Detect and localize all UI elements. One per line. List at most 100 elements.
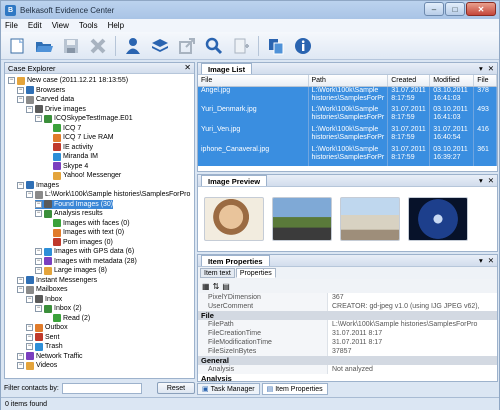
tree-node[interactable]: Porn images (0) bbox=[44, 238, 113, 247]
categorized-icon[interactable]: ▦ bbox=[202, 282, 210, 291]
tab-image-preview[interactable]: Image Preview bbox=[201, 175, 268, 186]
expand-toggle-icon[interactable]: − bbox=[17, 86, 24, 94]
expand-toggle-icon[interactable]: − bbox=[35, 267, 42, 274]
tree-node[interactable]: − Images with metadata (28) bbox=[35, 257, 137, 266]
tree-node[interactable]: − Trash bbox=[26, 342, 63, 351]
expand-toggle-icon[interactable]: − bbox=[35, 115, 42, 122]
tree-node[interactable]: − Inbox (2) bbox=[35, 304, 82, 313]
maximize-button[interactable]: □ bbox=[445, 2, 465, 16]
tree-node[interactable]: − Inbox bbox=[26, 295, 62, 304]
tree-node[interactable]: Images with faces (0) bbox=[44, 219, 130, 228]
tree-node[interactable]: − ICQSkypeTestImage.E01 bbox=[35, 114, 133, 123]
expand-toggle-icon[interactable]: − bbox=[8, 77, 15, 84]
tree-node[interactable]: Read (2) bbox=[44, 314, 90, 323]
tree-node[interactable]: − Network Traffic bbox=[17, 352, 83, 361]
expand-toggle-icon[interactable]: − bbox=[26, 333, 33, 341]
expand-toggle-icon[interactable]: − bbox=[17, 286, 24, 293]
close-icon[interactable]: ✕ bbox=[488, 64, 494, 73]
tree-node[interactable]: Images with text (0) bbox=[44, 228, 124, 237]
property-category[interactable]: General bbox=[198, 356, 497, 365]
expand-toggle-icon[interactable]: − bbox=[35, 200, 42, 208]
tree-node[interactable]: − Analysis results bbox=[35, 209, 103, 218]
tree-node[interactable]: − Browsers bbox=[17, 86, 65, 95]
dropdown-arrow-icon[interactable]: ▾ bbox=[479, 256, 483, 265]
expand-toggle-icon[interactable]: − bbox=[35, 248, 42, 255]
expand-toggle-icon[interactable]: − bbox=[26, 324, 33, 331]
delete-icon[interactable] bbox=[87, 35, 109, 57]
column-header-file[interactable]: File bbox=[198, 75, 309, 87]
tree-node[interactable]: − Mailboxes bbox=[17, 285, 68, 294]
tree-node[interactable]: Yahoo! Messenger bbox=[44, 171, 121, 180]
add-icon[interactable] bbox=[230, 35, 252, 57]
tree-node[interactable]: − Found Images (30) bbox=[35, 199, 114, 209]
export-icon[interactable] bbox=[176, 35, 198, 57]
thumbnail-angel[interactable] bbox=[204, 197, 264, 241]
column-header-modified[interactable]: Modified bbox=[429, 75, 475, 87]
dropdown-arrow-icon[interactable]: ▾ bbox=[479, 64, 483, 73]
expand-toggle-icon[interactable]: − bbox=[17, 181, 24, 189]
tab-image-list[interactable]: Image List bbox=[201, 63, 253, 74]
menu-file[interactable]: File bbox=[5, 21, 18, 30]
property-row[interactable]: FileSizeInBytes 37857 bbox=[198, 347, 497, 356]
expand-toggle-icon[interactable]: − bbox=[17, 352, 24, 360]
thumbnail-yuri-ven[interactable] bbox=[340, 197, 400, 241]
close-icon[interactable]: ✕ bbox=[184, 63, 191, 72]
thumbnail-iphone-canaveral[interactable] bbox=[408, 197, 468, 241]
sort-az-icon[interactable]: ⇅ bbox=[213, 282, 220, 291]
property-row[interactable]: UserComment CREATOR: gd-jpeg v1.0 (using … bbox=[198, 302, 497, 311]
tree-node[interactable]: − Instant Messengers bbox=[17, 276, 97, 285]
tree-node[interactable]: − Large images (8) bbox=[35, 266, 107, 275]
menu-edit[interactable]: Edit bbox=[28, 21, 42, 30]
close-button[interactable]: ✕ bbox=[466, 2, 496, 16]
tree-node[interactable]: − Images bbox=[17, 181, 59, 190]
expand-toggle-icon[interactable]: − bbox=[17, 96, 24, 103]
expand-toggle-icon[interactable]: − bbox=[35, 257, 42, 265]
menu-tools[interactable]: Tools bbox=[79, 21, 98, 30]
expand-toggle-icon[interactable]: − bbox=[17, 276, 24, 284]
expand-toggle-icon[interactable]: − bbox=[35, 210, 42, 217]
property-row[interactable]: PixelYDimension 367 bbox=[198, 293, 497, 302]
search-icon[interactable] bbox=[203, 35, 225, 57]
column-header-path[interactable]: Path bbox=[308, 75, 389, 87]
user-icon[interactable] bbox=[122, 35, 144, 57]
tab-task-manager[interactable]: ▣ Task Manager bbox=[197, 383, 260, 395]
column-header-size[interactable]: File bbox=[473, 75, 497, 87]
table-row[interactable]: Angel.jpg L:\Work\100k\Sample histories\S… bbox=[198, 86, 497, 106]
property-category[interactable]: Analysis bbox=[198, 374, 497, 381]
table-row[interactable]: Yuri_Ven.jpg L:\Work\100k\Sample historie… bbox=[198, 126, 497, 146]
open-folder-icon[interactable] bbox=[33, 35, 55, 57]
property-row[interactable]: FileCreationTime 31.07.2011 8:17 bbox=[198, 329, 497, 338]
property-row[interactable]: FilePath L:\Work\100k\Sample histories\Sa… bbox=[198, 320, 497, 329]
close-icon[interactable]: ✕ bbox=[488, 256, 494, 265]
tree-node[interactable]: − Drive images bbox=[26, 105, 86, 114]
tab-item-properties-bottom[interactable]: ▤ Item Properties bbox=[261, 383, 328, 395]
tree-node[interactable]: − Videos bbox=[17, 361, 57, 370]
layers-icon[interactable] bbox=[149, 35, 171, 57]
expand-toggle-icon[interactable]: − bbox=[26, 343, 33, 350]
table-row[interactable]: iphone_Canaveral.jpg L:\Work\100k\Sample … bbox=[198, 146, 497, 166]
tree-node[interactable]: ICQ 7 bbox=[44, 124, 81, 133]
tree-node[interactable]: − Images with GPS data (6) bbox=[35, 247, 134, 256]
tree-node[interactable]: − New case (2011.12.21 18:13:55) bbox=[8, 76, 128, 85]
expand-toggle-icon[interactable]: − bbox=[26, 295, 33, 303]
menu-view[interactable]: View bbox=[52, 21, 69, 30]
subtab-item-text[interactable]: Item text bbox=[200, 268, 235, 278]
thumbnail-yuri-denmark[interactable] bbox=[272, 197, 332, 241]
filter-input[interactable] bbox=[61, 382, 142, 394]
tree-node[interactable]: − Sent bbox=[26, 333, 59, 342]
tree-node[interactable]: Miranda IM bbox=[44, 152, 98, 161]
tab-item-properties[interactable]: Item Properties bbox=[201, 255, 270, 266]
reset-button[interactable]: Reset bbox=[157, 382, 195, 394]
save-icon[interactable] bbox=[60, 35, 82, 57]
property-pages-icon[interactable]: ▤ bbox=[222, 282, 230, 291]
property-category[interactable]: File bbox=[198, 311, 497, 320]
tree-node[interactable]: − L:\Work\100k\Sample histories\SamplesFo… bbox=[26, 190, 190, 199]
tree-node[interactable]: − Carved data bbox=[17, 95, 74, 104]
property-row[interactable]: FileModificationTime 31.07.2011 8:17 bbox=[198, 338, 497, 347]
expand-toggle-icon[interactable]: − bbox=[17, 362, 24, 369]
table-row[interactable]: Yuri_Denmark.jpg L:\Work\100k\Sample hist… bbox=[198, 106, 497, 126]
column-header-created[interactable]: Created bbox=[387, 75, 431, 87]
tree-node[interactable]: Skype 4 bbox=[44, 162, 88, 171]
tree-node[interactable]: ICQ 7 Live RAM bbox=[44, 133, 114, 142]
tree-node[interactable]: − Outbox bbox=[26, 323, 68, 332]
